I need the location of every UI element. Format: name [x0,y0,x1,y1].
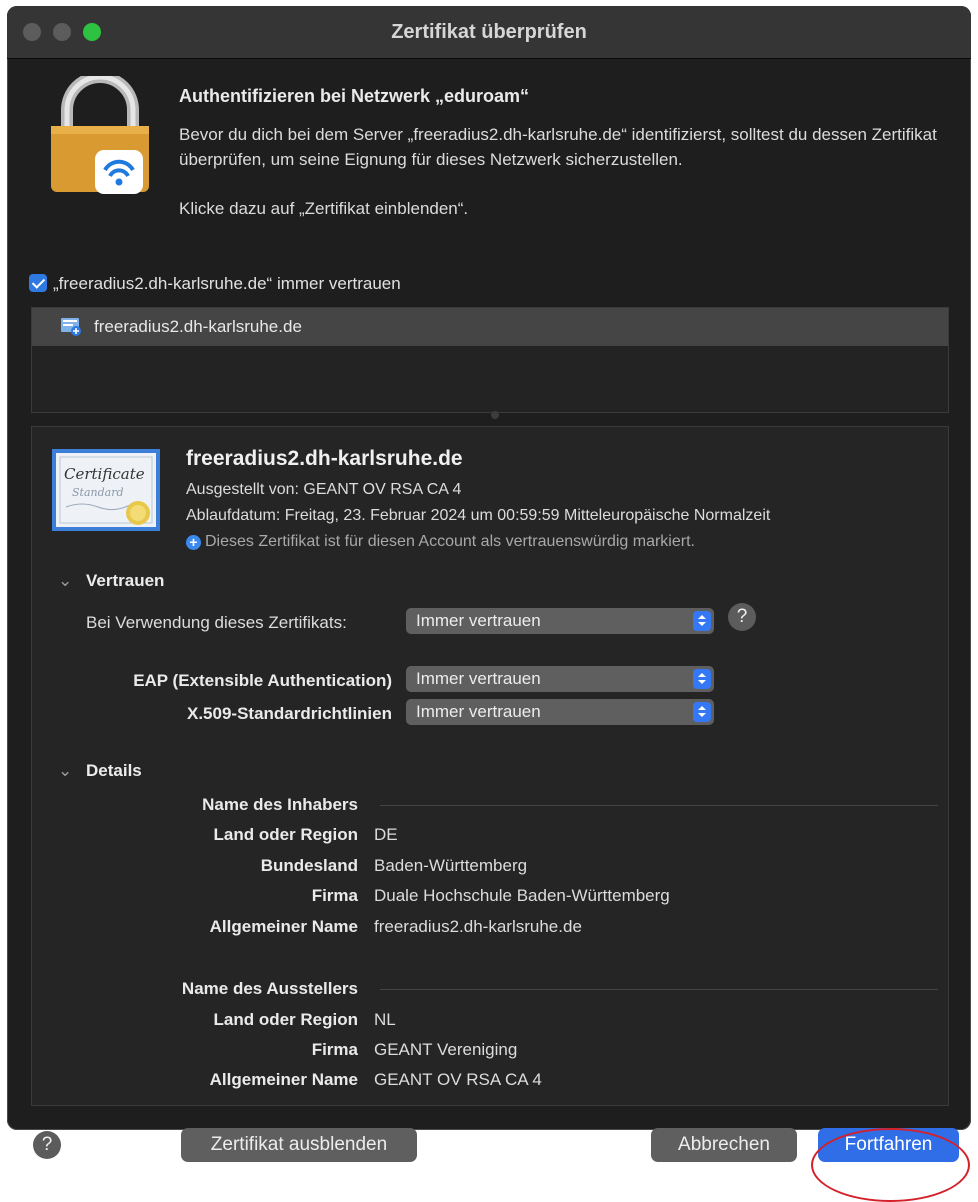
detail-value: NL [374,1010,396,1029]
trust-section-title: Vertrauen [86,571,165,590]
chevron-down-icon: ⌄ [58,761,73,780]
detail-label: Land oder Region [213,1010,359,1029]
svg-text:Standard: Standard [72,486,124,499]
hide-certificate-button[interactable]: Zertifikat ausblenden [181,1128,417,1162]
divider [380,805,938,806]
detail-label: Land oder Region [213,825,359,844]
detail-value: Duale Hochschule Baden-Württemberg [374,886,670,905]
certificate-image: Certificate Standard [52,449,160,531]
detail-label: Firma [311,1040,358,1059]
select-stepper-icon [693,702,711,722]
dialog-heading: Authentifizieren bei Netzwerk „eduroam“ [179,86,530,106]
certificate-icon [61,318,81,336]
detail-value: freeradius2.dh-karlsruhe.de [374,917,582,936]
eap-value: Immer vertrauen [416,669,541,688]
plus-icon: + [186,535,201,550]
detail-label: Bundesland [260,856,358,875]
select-stepper-icon [693,611,711,631]
detail-value: Baden-Württemberg [374,856,528,875]
certificate-issuer: Ausgestellt von: GEANT OV RSA CA 4 [186,481,462,498]
lock-wifi-icon [51,76,149,194]
trust-section-toggle[interactable]: ⌄ Vertrauen [58,571,164,591]
trust-note-text: Dieses Zertifikat ist für diesen Account… [205,533,695,550]
detail-label: Allgemeiner Name [209,1070,358,1089]
x509-label: X.509-Standardrichtlinien [187,704,392,723]
subject-heading: Name des Inhabers [202,795,358,814]
select-stepper-icon [693,669,711,689]
when-using-select[interactable]: Immer vertrauen [406,608,714,634]
certificate-trust-note: + Dieses Zertifikat ist für diesen Accoun… [186,533,695,551]
detail-value: DE [374,825,398,844]
certificate-list[interactable]: freeradius2.dh-karlsruhe.de [31,307,949,413]
certificate-name: freeradius2.dh-karlsruhe.de [186,447,463,470]
footer-help-button[interactable]: ? [33,1131,61,1159]
when-using-value: Immer vertrauen [416,611,541,630]
issuer-heading: Name des Ausstellers [181,979,358,998]
dialog-message: Bevor du dich bei dem Server „freeradius… [179,125,937,169]
split-handle[interactable] [491,411,499,419]
detail-label: Allgemeiner Name [209,917,358,936]
list-item[interactable]: freeradius2.dh-karlsruhe.de [32,308,948,346]
annotation-highlight-ring [811,1128,970,1202]
eap-select[interactable]: Immer vertrauen [406,666,714,692]
x509-value: Immer vertrauen [416,702,541,721]
certificate-expiry: Ablaufdatum: Freitag, 23. Februar 2024 u… [186,507,771,524]
details-section-title: Details [86,761,142,780]
dialog-instruction: Klicke dazu auf „Zertifikat einblenden“. [179,199,469,218]
dialog-window: Zertifikat überprüfen Authentifizieren b… [7,6,971,1130]
details-section-toggle[interactable]: ⌄ Details [58,761,142,781]
always-trust-row[interactable]: „freeradius2.dh-karlsruhe.de“ immer vert… [29,274,401,294]
always-trust-checkbox[interactable] [29,274,47,292]
svg-text:Certificate: Certificate [64,465,145,483]
x509-select[interactable]: Immer vertrauen [406,699,714,725]
when-using-label: Bei Verwendung dieses Zertifikats: [86,613,347,632]
detail-label: Firma [311,886,358,905]
cancel-button[interactable]: Abbrechen [651,1128,797,1162]
detail-value: GEANT Vereniging [374,1040,518,1059]
trust-help-button[interactable]: ? [728,603,756,631]
detail-value: GEANT OV RSA CA 4 [374,1070,542,1089]
always-trust-label: „freeradius2.dh-karlsruhe.de“ immer vert… [53,274,401,293]
divider [380,989,938,990]
list-item-label: freeradius2.dh-karlsruhe.de [94,317,302,336]
title-bar: Zertifikat überprüfen [7,6,971,59]
window-title: Zertifikat überprüfen [391,21,587,43]
certificate-detail-panel[interactable]: Certificate Standard freeradius2.dh-karl… [31,426,949,1106]
chevron-down-icon: ⌄ [58,571,73,590]
eap-label: EAP (Extensible Authentication) [133,671,392,690]
